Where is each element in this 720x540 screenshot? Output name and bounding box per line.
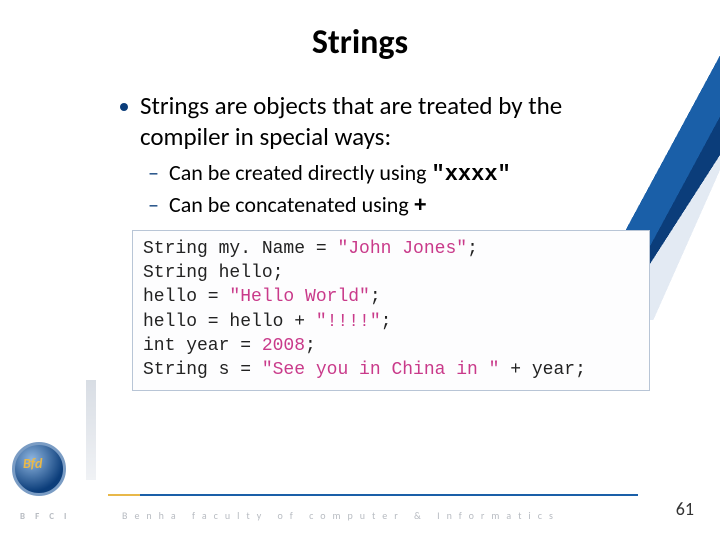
bullet-level2: – Can be concatenated using +	[148, 191, 650, 222]
logo-circle-icon: Bfd	[12, 442, 66, 496]
code-line: String s = "See you in China in " + year…	[143, 358, 639, 382]
sub-bullet-text: Can be concatenated using	[169, 191, 414, 218]
code-line: hello = hello + "!!!!";	[143, 310, 639, 334]
code-block: String my. Name = "John Jones"; String h…	[132, 230, 650, 392]
bullet-text: Strings are objects that are treated by …	[140, 90, 650, 153]
footer-text: Benha faculty of computer & Informatics	[122, 509, 560, 522]
code-line: String hello;	[143, 261, 639, 285]
bullet-level1: Strings are objects that are treated by …	[120, 90, 650, 153]
decorative-band	[86, 380, 96, 480]
code-line: hello = "Hello World";	[143, 285, 639, 309]
code-line: int year = 2008;	[143, 334, 639, 358]
bullet-text: Can be concatenated using +	[169, 191, 427, 222]
code-line: String my. Name = "John Jones";	[143, 237, 639, 261]
bullet-dash-icon: –	[148, 191, 159, 220]
bullet-text: Can be created directly using "xxxx"	[169, 159, 511, 190]
inline-code: +	[414, 194, 427, 219]
bullet-level2: – Can be created directly using "xxxx"	[148, 159, 650, 190]
sub-bullet-text: Can be created directly using	[169, 159, 432, 186]
logo-label: B F C I	[20, 511, 70, 522]
logo-text: Bfd	[23, 455, 42, 472]
inline-code: "xxxx"	[432, 162, 511, 187]
slide: Strings Strings are objects that are tre…	[0, 0, 720, 540]
logo: Bfd B F C I	[12, 442, 76, 506]
slide-title: Strings	[0, 22, 720, 63]
footer-divider	[108, 494, 638, 496]
bullet-dash-icon: –	[148, 159, 159, 188]
bullet-dot-icon	[120, 103, 128, 111]
page-number: 61	[676, 498, 694, 520]
content-area: Strings are objects that are treated by …	[120, 90, 650, 391]
